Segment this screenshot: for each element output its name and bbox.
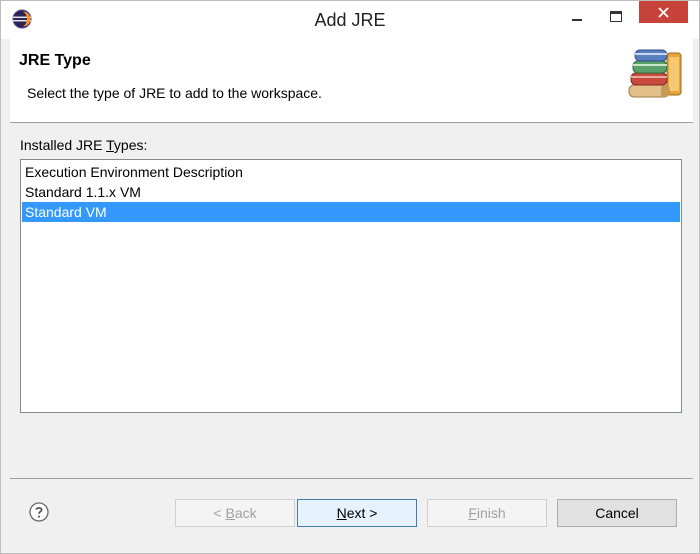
- back-mnemonic: B: [225, 505, 235, 521]
- back-button[interactable]: < Back: [175, 499, 295, 527]
- back-prefix: <: [213, 505, 226, 521]
- list-item-standard-1-1-x-vm[interactable]: Standard 1.1.x VM: [22, 182, 680, 202]
- window-title: Add JRE: [314, 10, 386, 30]
- next-button[interactable]: Next >: [297, 499, 417, 527]
- help-icon[interactable]: [29, 502, 49, 522]
- close-button[interactable]: [639, 1, 688, 23]
- jre-types-list[interactable]: Execution Environment Description Standa…: [20, 159, 682, 413]
- finish-suffix: inish: [476, 505, 506, 521]
- title-bar[interactable]: Add JRE: [1, 1, 699, 39]
- add-jre-dialog: Add JRE JRE Type Select the type of JRE …: [0, 0, 700, 554]
- next-mnemonic: N: [336, 505, 347, 521]
- page-title: JRE Type: [19, 52, 91, 69]
- label-suffix: ypes:: [113, 137, 148, 153]
- label-mnemonic: T: [106, 137, 114, 153]
- list-item-execution-environment[interactable]: Execution Environment Description: [22, 162, 680, 182]
- back-suffix: ack: [234, 505, 257, 521]
- close-icon: [658, 6, 669, 18]
- page-description: Select the type of JRE to add to the wor…: [27, 85, 322, 101]
- maximize-icon: [610, 10, 622, 22]
- footer-separator: [10, 478, 693, 479]
- label-prefix: Installed JRE: [20, 137, 107, 153]
- installed-jre-types-label: Installed JRE Types:: [20, 137, 147, 153]
- cancel-button[interactable]: Cancel: [557, 499, 677, 527]
- finish-button[interactable]: Finish: [427, 499, 547, 527]
- finish-mnemonic: F: [468, 505, 477, 521]
- library-books-icon: [628, 49, 682, 98]
- list-item-standard-vm[interactable]: Standard VM: [22, 202, 680, 222]
- minimize-icon: [572, 19, 582, 21]
- wizard-header: JRE Type Select the type of JRE to add t…: [10, 39, 693, 123]
- next-suffix: ext >: [346, 505, 378, 521]
- minimize-button[interactable]: [562, 1, 592, 31]
- maximize-button[interactable]: [601, 1, 631, 31]
